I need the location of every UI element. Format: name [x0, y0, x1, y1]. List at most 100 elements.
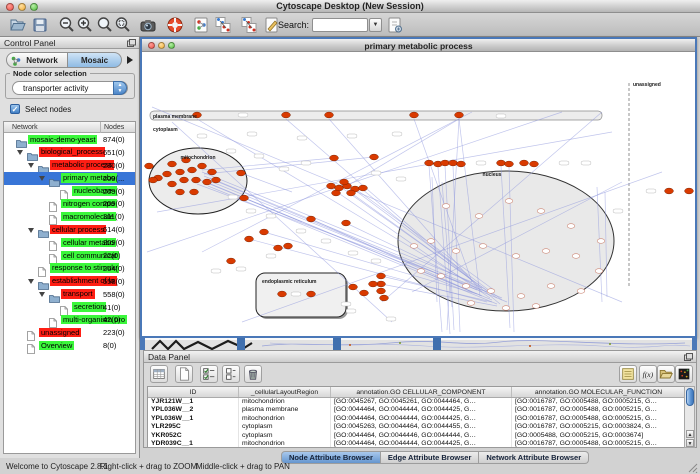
- table-row[interactable]: YPL036W__1mitochondrion[GO:0044464, GO:0…: [148, 415, 686, 423]
- gene-node[interactable]: [176, 189, 185, 195]
- new-attribute-icon[interactable]: [175, 365, 193, 383]
- gene-node[interactable]: [212, 177, 221, 183]
- scroll-up-arrow[interactable]: ▲: [686, 430, 694, 438]
- attribute-list-icon[interactable]: [222, 365, 240, 383]
- float-panel-icon[interactable]: [684, 353, 693, 361]
- checklist-icon[interactable]: [200, 365, 218, 383]
- delete-attribute-trash-icon[interactable]: [244, 365, 262, 383]
- nucleus-gene-node[interactable]: [502, 306, 510, 311]
- expand-arrow-icon[interactable]: [28, 279, 34, 284]
- gene-node[interactable]: [347, 190, 356, 196]
- gene-node[interactable]: [203, 179, 212, 185]
- attribute-table[interactable]: ID_cellularLayoutRegionannotation.GO CEL…: [147, 386, 687, 448]
- tree-row[interactable]: nucleobase-209(0): [4, 185, 135, 198]
- gene-node[interactable]: [505, 161, 514, 167]
- expand-arrow-icon[interactable]: [39, 176, 45, 181]
- scroll-down-arrow[interactable]: ▼: [686, 439, 694, 447]
- gene-node[interactable]: [198, 163, 207, 169]
- gene-node[interactable]: [332, 190, 341, 196]
- attr-tab-network[interactable]: Network Attribute Browser: [479, 451, 589, 464]
- gene-node[interactable]: [685, 188, 694, 194]
- nucleus-gene-node[interactable]: [487, 289, 495, 294]
- gene-node[interactable]: [665, 188, 674, 194]
- tree-row[interactable]: unassigned223(0): [4, 326, 135, 339]
- gene-node[interactable]: [149, 177, 158, 183]
- nucleus-gene-node[interactable]: [475, 214, 483, 219]
- tree-row[interactable]: cell communicat22(0): [4, 249, 135, 262]
- network-canvas[interactable]: plasma membranecytoplasmmitochondrionnuc…: [142, 52, 695, 336]
- formula-builder-icon[interactable]: f(x): [639, 365, 657, 383]
- gene-node[interactable]: [208, 169, 217, 175]
- table-header-cell[interactable]: _cellularLayoutRegion: [239, 387, 331, 397]
- tree-row[interactable]: transport558(0): [4, 288, 135, 301]
- gene-node[interactable]: [284, 243, 293, 249]
- nucleus-gene-node[interactable]: [577, 289, 585, 294]
- nucleus-gene-node[interactable]: [572, 254, 580, 259]
- nucleus-gene-node[interactable]: [427, 239, 435, 244]
- tabs-overflow-arrow[interactable]: [127, 56, 133, 64]
- table-header-row[interactable]: ID_cellularLayoutRegionannotation.GO CEL…: [148, 387, 686, 398]
- gene-node[interactable]: [188, 167, 197, 173]
- nucleus-gene-node[interactable]: [547, 284, 555, 289]
- gene-node[interactable]: [245, 236, 254, 242]
- table-row[interactable]: YPL036W__2plasma membrane[GO:0044464, GO…: [148, 406, 686, 414]
- tree-row[interactable]: response to stimulu264(0): [4, 262, 135, 275]
- zoom-fit-icon[interactable]: [96, 16, 114, 34]
- gene-node[interactable]: [441, 160, 450, 166]
- gene-node[interactable]: [307, 291, 316, 297]
- gene-node[interactable]: [145, 163, 154, 169]
- gene-node[interactable]: [342, 220, 351, 226]
- nucleus-gene-node[interactable]: [437, 274, 445, 279]
- gene-node[interactable]: [307, 216, 316, 222]
- gene-node[interactable]: [227, 258, 236, 264]
- nucleus-gene-node[interactable]: [452, 249, 460, 254]
- gene-node[interactable]: [176, 169, 185, 175]
- tab-mosaic[interactable]: Mosaic: [68, 52, 122, 68]
- zoom-in-icon[interactable]: [76, 16, 94, 34]
- float-panel-icon[interactable]: [127, 39, 136, 47]
- nucleus-gene-node[interactable]: [505, 199, 513, 204]
- gene-node[interactable]: [370, 154, 379, 160]
- help-lifering-icon[interactable]: [166, 16, 184, 34]
- gene-node[interactable]: [497, 160, 506, 166]
- expand-arrow-icon[interactable]: [28, 163, 34, 168]
- window-resize-grip[interactable]: [687, 462, 698, 473]
- tree-row[interactable]: primary metabo209(...: [4, 172, 135, 185]
- matrix-view-icon[interactable]: [675, 365, 693, 383]
- save-icon[interactable]: [31, 16, 49, 34]
- network-view-window[interactable]: primary metabolic process plasma membran…: [140, 37, 697, 338]
- table-scrollbar[interactable]: ▲ ▼: [684, 386, 695, 448]
- table-header-cell[interactable]: annotation.GO CELLULAR_COMPONENT: [331, 387, 512, 397]
- app-titlebar[interactable]: Cytoscape Desktop (New Session): [0, 0, 700, 13]
- mosaic-icon[interactable]: [192, 16, 210, 34]
- gene-node[interactable]: [340, 179, 349, 185]
- gene-node[interactable]: [192, 177, 201, 183]
- import-network-icon[interactable]: [386, 16, 404, 34]
- expand-arrow-icon[interactable]: [39, 292, 45, 297]
- gene-node[interactable]: [410, 112, 419, 118]
- nucleus-gene-node[interactable]: [467, 301, 475, 306]
- gene-node[interactable]: [282, 112, 291, 118]
- table-row[interactable]: YKR052Ccytoplasm[GO:0044464, GO:0044446,…: [148, 432, 686, 440]
- tree-row[interactable]: multi-organism pro42(0): [4, 313, 135, 326]
- attr-tab-node[interactable]: Node Attribute Browser: [281, 451, 381, 464]
- gene-node[interactable]: [237, 170, 246, 176]
- nucleus-gene-node[interactable]: [462, 284, 470, 289]
- nucleus-gene-node[interactable]: [532, 304, 540, 309]
- node-color-combo[interactable]: transporter activity ▲▼: [12, 81, 128, 95]
- gene-node[interactable]: [278, 291, 287, 297]
- tree-row[interactable]: secretion41(0): [4, 301, 135, 314]
- nucleus-gene-node[interactable]: [479, 244, 487, 249]
- select-nodes-checkbox[interactable]: ✓: [10, 104, 20, 114]
- gene-node[interactable]: [349, 284, 358, 290]
- gene-node[interactable]: [380, 295, 389, 301]
- gene-node[interactable]: [520, 160, 529, 166]
- select-attributes-icon[interactable]: [150, 365, 168, 383]
- gene-node[interactable]: [180, 177, 189, 183]
- attribute-editor-icon[interactable]: [619, 365, 637, 383]
- gene-node[interactable]: [325, 112, 334, 118]
- gene-node[interactable]: [240, 195, 249, 201]
- table-row[interactable]: YDR039C__1mitochondrion[GO:0044464, GO:0…: [148, 440, 686, 448]
- zoom-selected-icon[interactable]: [114, 16, 132, 34]
- gene-node[interactable]: [359, 185, 368, 191]
